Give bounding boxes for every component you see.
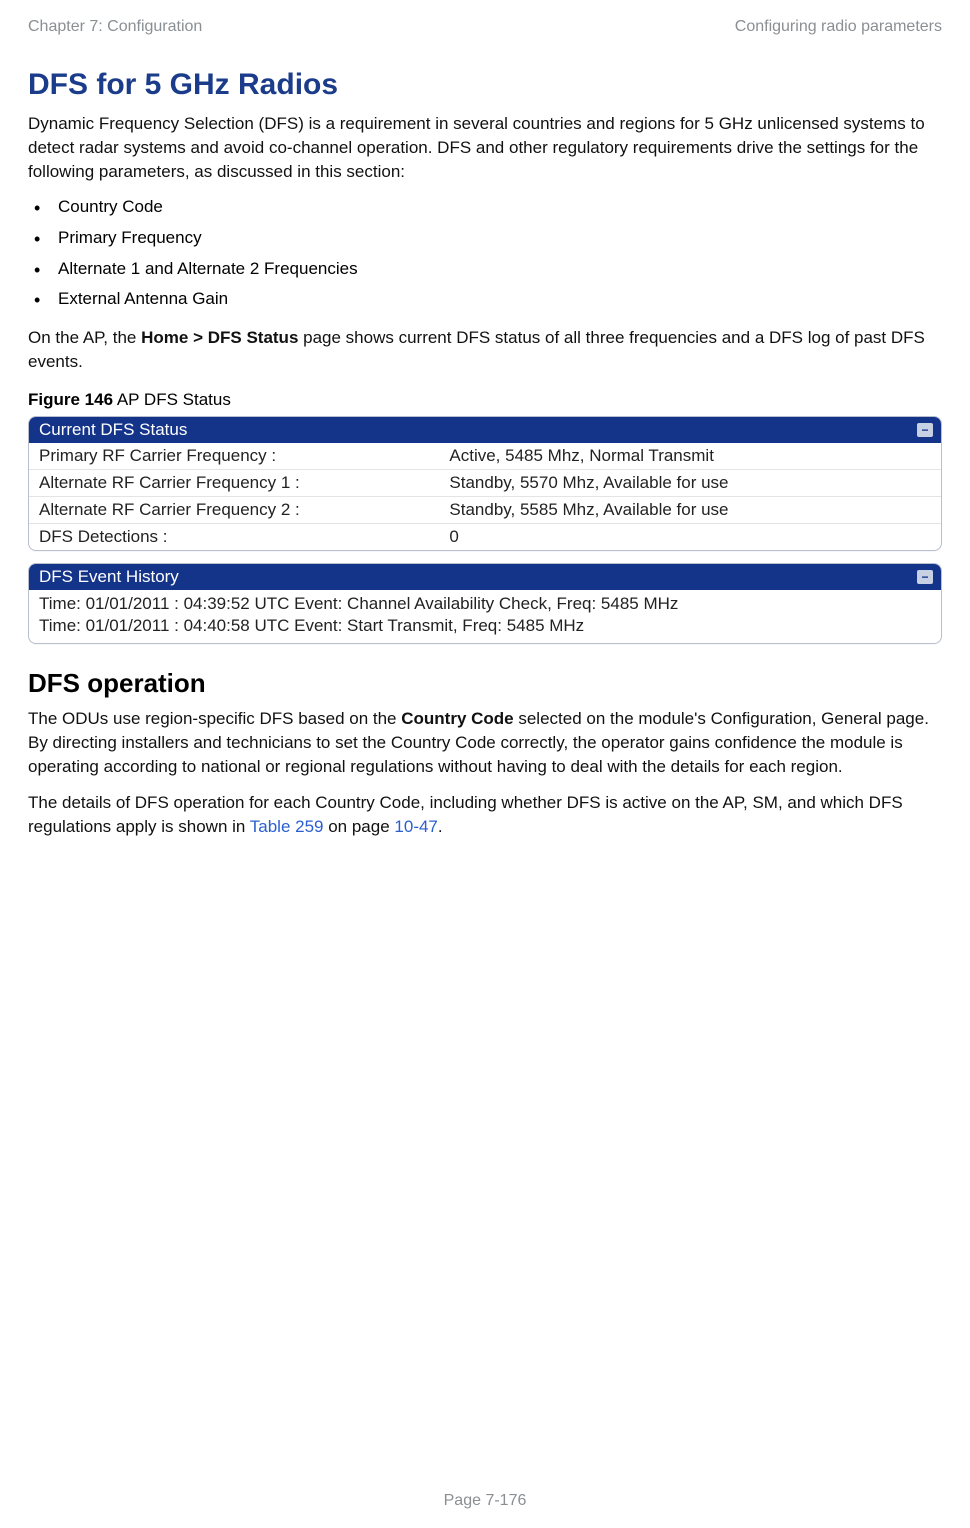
table-row: Alternate RF Carrier Frequency 2 : Stand… <box>29 496 941 523</box>
table-row: Alternate RF Carrier Frequency 1 : Stand… <box>29 469 941 496</box>
page-footer: Page 7-176 <box>0 1492 970 1510</box>
panel-title: DFS Event History <box>39 567 179 587</box>
dfs-event-history-panel: DFS Event History − Time: 01/01/2011 : 0… <box>28 563 942 645</box>
collapse-icon[interactable]: − <box>917 570 933 584</box>
page-running-header: Chapter 7: Configuration Configuring rad… <box>28 18 942 36</box>
list-item: Primary Frequency <box>28 226 942 251</box>
status-value: Standby, 5570 Mhz, Available for use <box>439 469 941 496</box>
breadcrumb-mention: Home > DFS Status <box>141 328 298 347</box>
status-label: Primary RF Carrier Frequency : <box>29 443 439 470</box>
figure-number: Figure 146 <box>28 390 113 409</box>
collapse-icon[interactable]: − <box>917 423 933 437</box>
parameter-list: Country Code Primary Frequency Alternate… <box>28 195 942 312</box>
status-value: 0 <box>439 523 941 550</box>
dfs-status-table: Primary RF Carrier Frequency : Active, 5… <box>29 443 941 550</box>
chapter-label: Chapter 7: Configuration <box>28 18 202 36</box>
dfs-operation-paragraph-1: The ODUs use region-specific DFS based o… <box>28 707 942 778</box>
intro-paragraph: Dynamic Frequency Selection (DFS) is a r… <box>28 112 942 183</box>
table-row: Primary RF Carrier Frequency : Active, 5… <box>29 443 941 470</box>
status-label: Alternate RF Carrier Frequency 1 : <box>29 469 439 496</box>
current-dfs-status-panel: Current DFS Status − Primary RF Carrier … <box>28 416 942 551</box>
page-title: DFS for 5 GHz Radios <box>28 68 942 102</box>
panel-title: Current DFS Status <box>39 420 187 440</box>
country-code-mention: Country Code <box>401 709 513 728</box>
section-heading: DFS operation <box>28 668 942 699</box>
table-crossref-link[interactable]: Table 259 <box>250 817 324 836</box>
event-entry: Time: 01/01/2011 : 04:39:52 UTC Event: C… <box>39 593 931 616</box>
list-item: Alternate 1 and Alternate 2 Frequencies <box>28 257 942 282</box>
event-history-body: Time: 01/01/2011 : 04:39:52 UTC Event: C… <box>29 590 941 644</box>
list-item: External Antenna Gain <box>28 287 942 312</box>
status-value: Active, 5485 Mhz, Normal Transmit <box>439 443 941 470</box>
panel-header: DFS Event History − <box>29 564 941 590</box>
status-label: Alternate RF Carrier Frequency 2 : <box>29 496 439 523</box>
panel-header: Current DFS Status − <box>29 417 941 443</box>
section-label: Configuring radio parameters <box>735 18 942 36</box>
list-item: Country Code <box>28 195 942 220</box>
dfs-status-paragraph: On the AP, the Home > DFS Status page sh… <box>28 326 942 374</box>
page-crossref-link[interactable]: 10-47 <box>394 817 437 836</box>
figure-caption: Figure 146 AP DFS Status <box>28 390 942 410</box>
status-value: Standby, 5585 Mhz, Available for use <box>439 496 941 523</box>
dfs-operation-paragraph-2: The details of DFS operation for each Co… <box>28 791 942 839</box>
figure-title: AP DFS Status <box>113 390 231 409</box>
table-row: DFS Detections : 0 <box>29 523 941 550</box>
event-entry: Time: 01/01/2011 : 04:40:58 UTC Event: S… <box>39 615 931 638</box>
status-label: DFS Detections : <box>29 523 439 550</box>
